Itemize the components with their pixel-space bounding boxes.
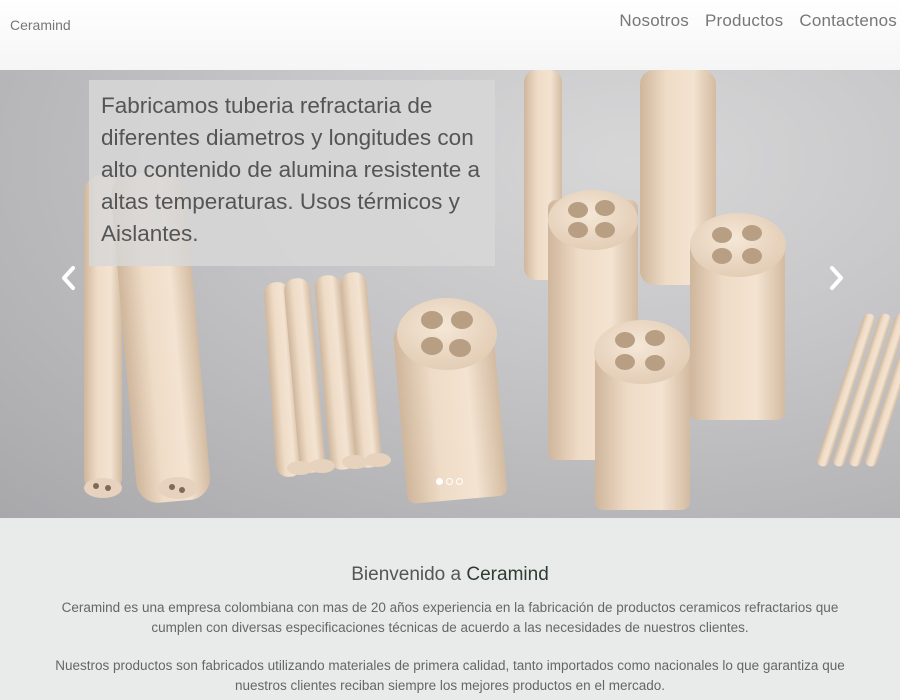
nav-link-productos[interactable]: Productos bbox=[705, 11, 783, 31]
nav-links: Nosotros Productos Contactenos bbox=[619, 11, 897, 31]
brand-logo-link[interactable]: Ceramind bbox=[10, 17, 71, 33]
welcome-paragraph-2: Nuestros productos son fabricados utiliz… bbox=[55, 658, 845, 693]
welcome-title-prefix: Bienvenido a bbox=[351, 564, 462, 585]
welcome-paragraph-1: Ceramind es una empresa colombiana con m… bbox=[61, 600, 839, 635]
carousel-prev-button[interactable] bbox=[59, 265, 79, 291]
welcome-section: Bienvenido a Ceramind Ceramind es una em… bbox=[0, 518, 900, 700]
carousel-indicators bbox=[436, 478, 463, 485]
navbar: Ceramind Nosotros Productos Contactenos bbox=[0, 0, 900, 70]
carousel-indicator-1[interactable] bbox=[436, 478, 443, 485]
nav-link-contactenos[interactable]: Contactenos bbox=[799, 11, 897, 31]
welcome-title-brand: Ceramind bbox=[466, 564, 549, 585]
carousel-caption: Fabricamos tuberia refractaria de difere… bbox=[89, 80, 495, 266]
nav-link-nosotros[interactable]: Nosotros bbox=[619, 11, 689, 31]
carousel-next-button[interactable] bbox=[826, 265, 846, 291]
chevron-left-icon bbox=[62, 266, 75, 290]
welcome-title: Bienvenido a Ceramind bbox=[0, 564, 900, 586]
carousel-indicator-3[interactable] bbox=[456, 478, 463, 485]
carousel-indicator-2[interactable] bbox=[446, 478, 453, 485]
chevron-right-icon bbox=[830, 266, 843, 290]
hero-carousel: Fabricamos tuberia refractaria de difere… bbox=[0, 70, 900, 518]
